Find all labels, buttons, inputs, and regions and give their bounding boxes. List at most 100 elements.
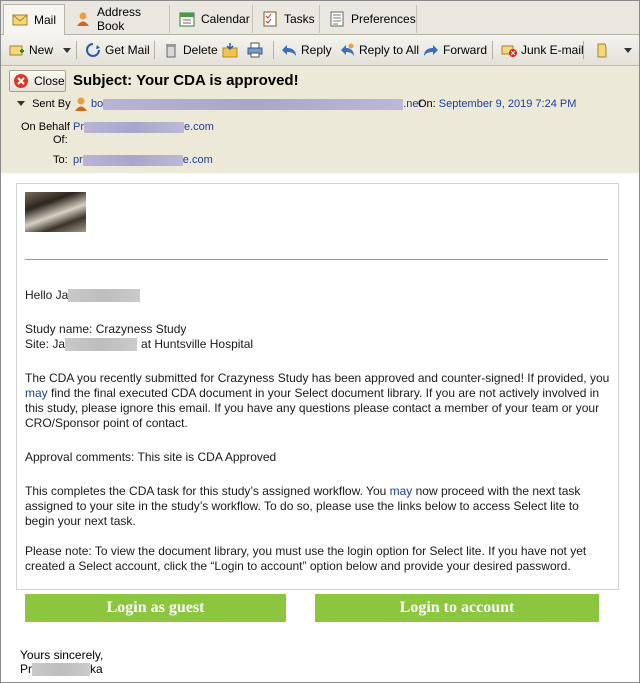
forward-icon	[423, 42, 439, 58]
tab-calendar-label: Calendar	[201, 12, 250, 26]
note-paragraph: Please note: To view the document librar…	[25, 544, 587, 573]
tab-address-book[interactable]: Address Book	[67, 5, 170, 33]
move-to-folder-icon	[222, 42, 238, 58]
new-mail-icon	[9, 42, 25, 58]
mail-icon	[12, 12, 28, 28]
redacted-block	[103, 98, 404, 110]
closing: Yours sincerely,	[20, 648, 104, 662]
print-button[interactable]	[247, 40, 263, 60]
address-book-icon	[75, 11, 91, 27]
tab-address-book-label: Address Book	[97, 5, 142, 33]
redacted-block	[82, 154, 183, 166]
on-behalf-prefix: Pr	[73, 121, 84, 133]
to-label: To:	[53, 154, 68, 166]
login-to-account-button[interactable]: Login to account	[315, 594, 599, 622]
logo-image	[25, 192, 86, 232]
chevron-down-icon	[624, 43, 632, 57]
trash-icon	[163, 42, 179, 58]
signature-prefix: Pr	[20, 662, 32, 676]
tab-tasks[interactable]: Tasks	[254, 5, 320, 33]
on-label: On:	[418, 98, 436, 110]
of-label: Of:	[53, 134, 68, 146]
delete-button[interactable]: Delete	[163, 40, 218, 60]
print-icon	[247, 42, 263, 58]
close-button[interactable]: Close	[9, 70, 66, 92]
more-dropdown-button[interactable]	[624, 40, 632, 60]
junk-mail-label: Junk E-mail	[521, 43, 584, 57]
approval-comments: Approval comments: This site is CDA Appr…	[25, 450, 277, 464]
redacted-block	[68, 289, 141, 303]
reply-all-label: Reply to All	[359, 43, 420, 57]
move-button[interactable]	[222, 40, 238, 60]
get-mail-button[interactable]: Get Mail	[85, 40, 150, 60]
get-mail-label: Get Mail	[105, 43, 150, 57]
tab-mail-label: Mail	[34, 13, 57, 27]
tab-mail[interactable]: Mail	[3, 4, 65, 35]
tasks-icon	[262, 11, 278, 27]
tab-calendar[interactable]: Calendar	[171, 5, 253, 33]
approval-paragraph: The CDA you recently submitted for Crazy…	[25, 371, 610, 431]
sent-by-row: Sent By	[17, 98, 71, 110]
site-suffix: at Huntsville Hospital	[141, 337, 254, 351]
reply-button[interactable]: Reply	[281, 40, 332, 60]
para2-may: may	[389, 484, 413, 498]
message-body: Hello Ja Study name: Crazyness Study Sit…	[1, 173, 639, 682]
preferences-icon	[329, 11, 345, 27]
greeting: Hello Ja	[25, 288, 610, 303]
mail-window: Mail Address Book Calendar Tasks Prefere…	[0, 0, 640, 683]
site-line: Site: Ja at Huntsville Hospital	[25, 337, 610, 352]
reply-label: Reply	[301, 43, 332, 57]
close-label: Close	[34, 74, 65, 88]
site-prefix: Site: Ja	[25, 337, 66, 351]
on-behalf-label: On Behalf	[21, 121, 70, 133]
redacted-block	[65, 338, 138, 352]
redacted-block	[32, 663, 90, 677]
tab-preferences-label: Preferences	[351, 12, 416, 26]
para1-text-b: find the final executed CDA document in …	[25, 386, 600, 430]
delete-label: Delete	[183, 43, 218, 57]
sender-prefix: bo	[91, 98, 104, 110]
junk-mail-button[interactable]: Junk E-mail	[501, 40, 584, 60]
on-behalf-suffix: e.com	[184, 121, 214, 133]
tab-preferences[interactable]: Preferences	[321, 5, 417, 33]
reply-all-button[interactable]: Reply to All	[339, 40, 419, 60]
new-button[interactable]: New	[9, 40, 53, 60]
on-behalf-address[interactable]: Pr e.com	[73, 121, 214, 133]
new-button-label: New	[29, 43, 54, 57]
chevron-down-icon	[63, 43, 71, 57]
junk-mail-icon	[501, 42, 517, 58]
tab-bar: Mail Address Book Calendar Tasks Prefere…	[1, 1, 639, 35]
sent-date: September 9, 2019 7:24 PM	[438, 98, 577, 110]
sent-by-label: Sent By	[32, 98, 71, 110]
reply-icon	[281, 42, 297, 58]
divider	[25, 259, 608, 260]
sent-on: On: September 9, 2019 7:24 PM	[418, 98, 576, 110]
to-address[interactable]: pr e.com	[73, 154, 213, 166]
close-icon	[13, 73, 29, 89]
forward-button[interactable]: Forward	[423, 40, 487, 60]
new-dropdown-button[interactable]	[63, 40, 71, 60]
subject-line: Subject: Your CDA is approved!	[73, 72, 299, 89]
workflow-paragraph: This completes the CDA task for this stu…	[25, 484, 610, 529]
study-name: Study name: Crazyness Study	[25, 322, 187, 336]
expand-toggle-icon[interactable]	[17, 98, 25, 110]
redacted-block	[84, 121, 184, 133]
message-header: Close Subject: Your CDA is approved! Sen…	[1, 66, 639, 173]
greeting-text: Hello Ja	[25, 288, 69, 302]
para2-text-a: This completes the CDA task for this stu…	[25, 484, 390, 498]
to-suffix: e.com	[182, 154, 213, 166]
signature-suffix: ka	[90, 662, 103, 676]
sender-address[interactable]: bo .net	[91, 98, 422, 110]
get-mail-icon	[85, 42, 101, 58]
toolbar: New Get Mail Delete Reply Reply to All F…	[1, 35, 639, 66]
para1-may: may	[25, 386, 48, 400]
email-content: Hello Ja Study name: Crazyness Study Sit…	[16, 183, 619, 590]
tag-button[interactable]	[594, 40, 610, 60]
login-as-guest-button[interactable]: Login as guest	[25, 594, 286, 622]
forward-label: Forward	[443, 43, 488, 57]
signature: Pr ka	[20, 662, 103, 677]
tab-tasks-label: Tasks	[284, 12, 315, 26]
calendar-icon	[179, 11, 195, 27]
to-prefix: pr	[73, 154, 83, 166]
para1-text-a: The CDA you recently submitted for Crazy…	[25, 371, 610, 385]
